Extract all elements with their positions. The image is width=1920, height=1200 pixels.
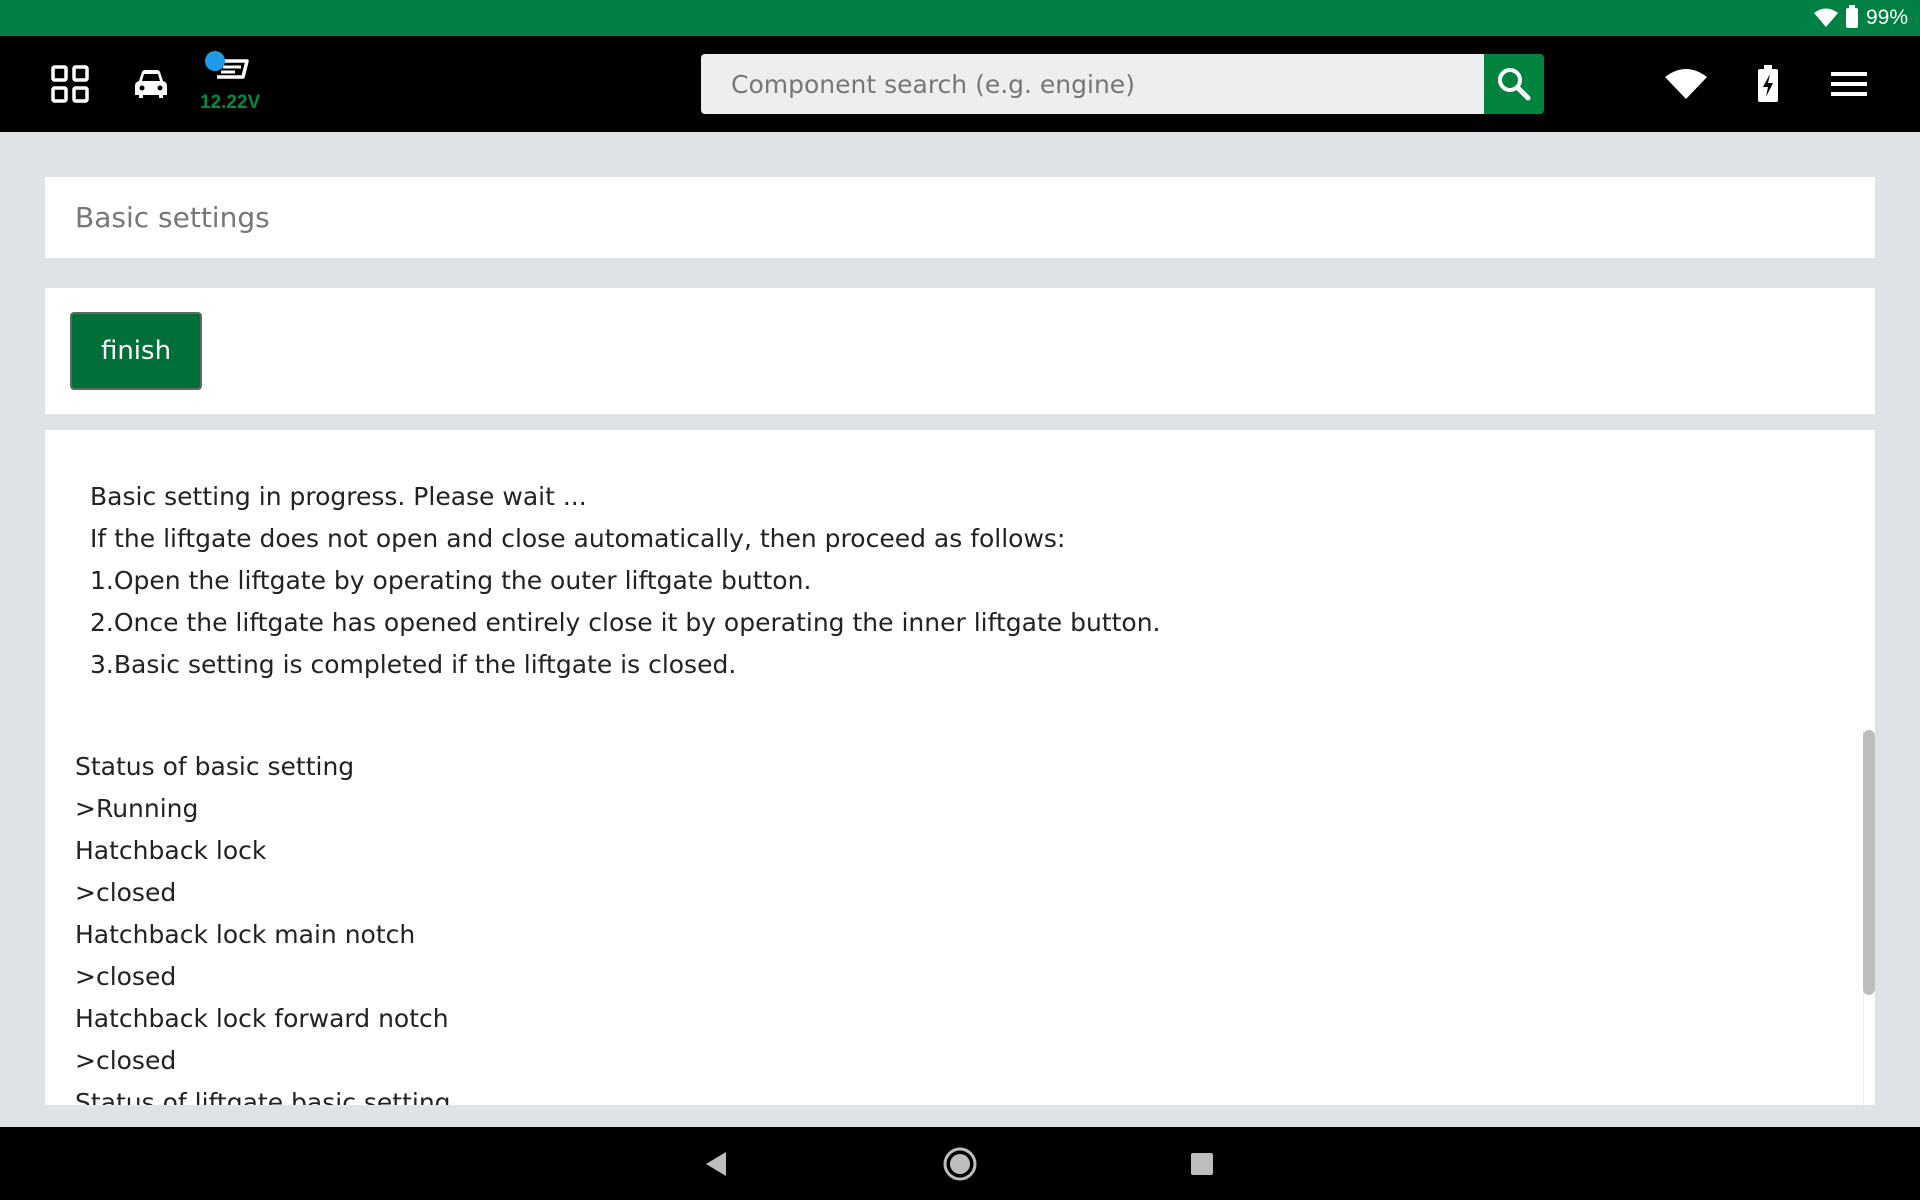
battery-icon	[1845, 5, 1858, 28]
status-line: Status of liftgate basic setting	[75, 1088, 451, 1105]
wifi-icon[interactable]	[1656, 36, 1716, 132]
status-line: >Running	[75, 794, 199, 823]
status-line: Hatchback lock	[75, 836, 267, 865]
status-line: >closed	[75, 1046, 177, 1075]
hamburger-menu-icon[interactable]	[1819, 36, 1879, 132]
instruction-line: Basic setting in progress. Please wait .…	[90, 482, 587, 511]
search-input[interactable]	[701, 54, 1484, 114]
wifi-signal-icon	[1813, 8, 1838, 27]
search-icon	[1498, 68, 1531, 101]
recents-square-icon[interactable]	[1162, 1127, 1242, 1200]
instructions-text: Basic setting in progress. Please wait .…	[90, 476, 1160, 686]
system-indicators: 99%	[1813, 0, 1908, 36]
scrollbar-thumb[interactable]	[1863, 730, 1875, 995]
status-line: Status of basic setting	[75, 752, 355, 781]
status-line: >closed	[75, 878, 177, 907]
app-toolbar: 12.22V	[0, 36, 1920, 132]
finish-button[interactable]: finish	[70, 312, 202, 390]
grid-icon[interactable]	[40, 36, 100, 132]
basic-setting-content[interactable]: Basic setting in progress. Please wait .…	[45, 430, 1875, 1105]
actions-panel: finish	[45, 288, 1875, 414]
back-triangle-icon[interactable]	[676, 1127, 756, 1200]
search-button[interactable]	[1484, 54, 1544, 114]
home-circle-icon[interactable]	[920, 1127, 1000, 1200]
connection-status-dot	[205, 51, 225, 71]
android-status-bar: 99%	[0, 0, 1920, 36]
page-header-panel: Basic settings	[45, 177, 1875, 258]
status-line: Hatchback lock forward notch	[75, 1004, 449, 1033]
instruction-line: If the liftgate does not open and close …	[90, 524, 1066, 553]
battery-charging-icon[interactable]	[1738, 36, 1798, 132]
page-title: Basic settings	[75, 201, 270, 234]
status-line: >closed	[75, 962, 177, 991]
car-icon[interactable]	[121, 36, 181, 132]
battery-percent: 99%	[1865, 6, 1908, 29]
battery-voltage: 12.22V	[200, 92, 261, 113]
status-line: Hatchback lock main notch	[75, 920, 416, 949]
component-search	[701, 54, 1544, 114]
instruction-line: 1.Open the liftgate by operating the out…	[90, 566, 812, 595]
instruction-line: 3.Basic setting is completed if the lift…	[90, 650, 737, 679]
instruction-line: 2.Once the liftgate has opened entirely …	[90, 608, 1161, 637]
android-navigation-bar	[0, 1127, 1920, 1200]
status-list: Status of basic setting >Running Hatchba…	[75, 746, 451, 1105]
